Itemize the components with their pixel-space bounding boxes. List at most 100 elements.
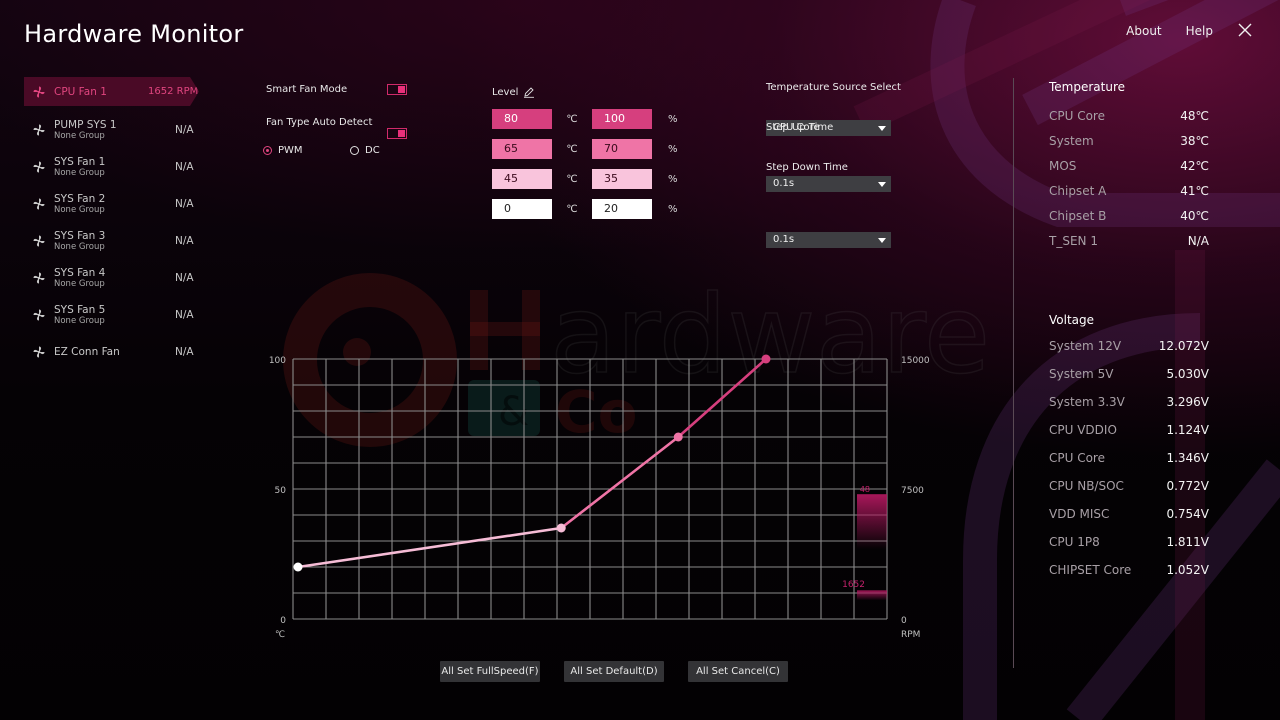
curve-point[interactable] xyxy=(293,562,303,572)
stat-label: System 12V xyxy=(1049,339,1122,353)
temp-row-system: System 38℃ xyxy=(1049,129,1209,154)
temp-source-label: Temperature Source Select xyxy=(766,82,901,93)
level-temp-input[interactable]: 45 xyxy=(492,169,552,189)
volt-row: System 5V 5.030V xyxy=(1049,360,1209,388)
fan-item-sys-fan-2[interactable]: SYS Fan 2 None Group N/A xyxy=(24,185,204,222)
radio-dot xyxy=(263,146,272,155)
fan-icon xyxy=(33,198,45,209)
dropdown-caret-icon xyxy=(878,182,886,187)
stat-value: 1.811V xyxy=(1166,535,1209,549)
volt-row: CPU VDDIO 1.124V xyxy=(1049,416,1209,444)
fan-name: SYS Fan 2 xyxy=(54,192,106,205)
radio-dot xyxy=(350,146,359,155)
level-temp-input[interactable]: 80 xyxy=(492,109,552,129)
level-pct-input[interactable]: 20 xyxy=(592,199,652,219)
fan-type-auto-detect-toggle[interactable] xyxy=(387,128,407,139)
fan-icon xyxy=(33,346,45,357)
voltage-title: Voltage xyxy=(1049,313,1095,327)
stat-label: Chipset A xyxy=(1049,184,1107,198)
stat-label: CPU Core xyxy=(1049,109,1105,123)
stat-value: 1.124V xyxy=(1166,423,1209,437)
pwm-label: PWM xyxy=(278,145,303,156)
stat-value: 0.772V xyxy=(1166,479,1209,493)
fan-item-sys-fan-1[interactable]: SYS Fan 1 None Group N/A xyxy=(24,148,204,185)
fan-name: SYS Fan 1 xyxy=(54,155,106,168)
fan-type-auto-detect-label: Fan Type Auto Detect xyxy=(266,117,373,128)
fan-rpm: 1652 RPM xyxy=(148,86,199,97)
level-temp-input[interactable]: 65 xyxy=(492,139,552,159)
celsius-unit: ℃ xyxy=(566,203,578,215)
level-pct-input[interactable]: 100 xyxy=(592,109,652,129)
step-up-value: 0.1s xyxy=(773,178,795,189)
all-set-default-button[interactable]: All Set Default(D) xyxy=(564,661,664,682)
fan-group: None Group xyxy=(54,130,105,141)
step-up-label: Step Up Time xyxy=(766,122,834,133)
volt-row: CPU Core 1.346V xyxy=(1049,444,1209,472)
y-tick-50: 50 xyxy=(275,486,287,496)
panel-divider xyxy=(1013,78,1014,668)
stat-label: VDD MISC xyxy=(1049,507,1110,521)
fan-item-sys-fan-4[interactable]: SYS Fan 4 None Group N/A xyxy=(24,259,204,296)
fan-group: None Group xyxy=(54,278,105,289)
top-nav: About Help xyxy=(1126,22,1280,38)
stat-label: MOS xyxy=(1049,159,1077,173)
fan-curve-chart[interactable]: 100 50 0 ℃ 15000 7500 0 RPM 48 1652 xyxy=(262,350,942,650)
stat-label: System 3.3V xyxy=(1049,395,1125,409)
curve-point[interactable] xyxy=(556,523,566,533)
fan-item-ez-conn-fan[interactable]: EZ Conn Fan N/A xyxy=(24,333,204,370)
curve-point[interactable] xyxy=(673,432,683,442)
dc-radio[interactable]: DC xyxy=(350,145,380,156)
stat-value: 40℃ xyxy=(1180,209,1209,223)
about-link[interactable]: About xyxy=(1126,24,1161,38)
app-title: Hardware Monitor xyxy=(24,20,244,48)
close-icon[interactable] xyxy=(1237,22,1253,38)
level-row-3: 45 ℃ 35 % xyxy=(492,169,678,189)
volt-row: CPU 1P8 1.811V xyxy=(1049,528,1209,556)
fan-curve-svg[interactable]: 100 50 0 ℃ 15000 7500 0 RPM 48 1652 xyxy=(262,350,942,650)
stat-value: 1.052V xyxy=(1166,563,1209,577)
temp-row-chipset-a: Chipset A 41℃ xyxy=(1049,179,1209,204)
pencil-icon[interactable] xyxy=(523,86,535,98)
dropdown-caret-icon xyxy=(878,238,886,243)
celsius-unit: ℃ xyxy=(566,173,578,185)
stat-value: 41℃ xyxy=(1180,184,1209,198)
volt-row: System 12V 12.072V xyxy=(1049,332,1209,360)
fan-group: None Group xyxy=(54,241,105,252)
celsius-unit: ℃ xyxy=(566,143,578,155)
percent-unit: % xyxy=(668,113,678,125)
level-temp-input[interactable]: 0 xyxy=(492,199,552,219)
fan-name: PUMP SYS 1 xyxy=(54,118,117,131)
volt-row: CHIPSET Core 1.052V xyxy=(1049,556,1209,584)
all-set-fullspeed-button[interactable]: All Set FullSpeed(F) xyxy=(440,661,540,682)
all-set-cancel-button[interactable]: All Set Cancel(C) xyxy=(688,661,788,682)
y2-tick-15000: 15000 xyxy=(901,356,930,366)
step-down-select[interactable]: 0.1s xyxy=(766,232,891,248)
celsius-unit: ℃ xyxy=(566,113,578,125)
fan-name: EZ Conn Fan xyxy=(54,345,120,358)
stat-value: N/A xyxy=(1187,234,1209,248)
curve-point[interactable] xyxy=(761,354,771,364)
fan-icon xyxy=(33,86,45,97)
fan-group: None Group xyxy=(54,167,105,178)
level-header: Level xyxy=(492,86,535,98)
level-pct-input[interactable]: 35 xyxy=(592,169,652,189)
step-up-select[interactable]: 0.1s xyxy=(766,176,891,192)
fan-item-sys-fan-5[interactable]: SYS Fan 5 None Group N/A xyxy=(24,296,204,333)
fan-rpm: N/A xyxy=(175,234,194,247)
stat-label: CHIPSET Core xyxy=(1049,563,1132,577)
smart-fan-mode-toggle[interactable] xyxy=(387,84,407,95)
temperature-panel: Temperature CPU Core 48℃ System 38℃ MOS 42℃… xyxy=(1049,80,1209,254)
y-tick-100: 100 xyxy=(269,356,286,366)
stat-value: 5.030V xyxy=(1166,367,1209,381)
level-pct-input[interactable]: 70 xyxy=(592,139,652,159)
stat-label: System 5V xyxy=(1049,367,1114,381)
help-link[interactable]: Help xyxy=(1186,24,1213,38)
fan-item-sys-fan-3[interactable]: SYS Fan 3 None Group N/A xyxy=(24,222,204,259)
fan-name: SYS Fan 3 xyxy=(54,229,106,242)
temp-row-mos: MOS 42℃ xyxy=(1049,154,1209,179)
pwm-radio[interactable]: PWM xyxy=(263,145,303,156)
fan-item-pump-sys-1[interactable]: PUMP SYS 1 None Group N/A xyxy=(24,111,204,148)
fan-item-cpu-fan-1[interactable]: CPU Fan 1 1652 RPM xyxy=(24,77,199,106)
stat-label: System xyxy=(1049,134,1094,148)
fan-group: None Group xyxy=(54,315,105,326)
